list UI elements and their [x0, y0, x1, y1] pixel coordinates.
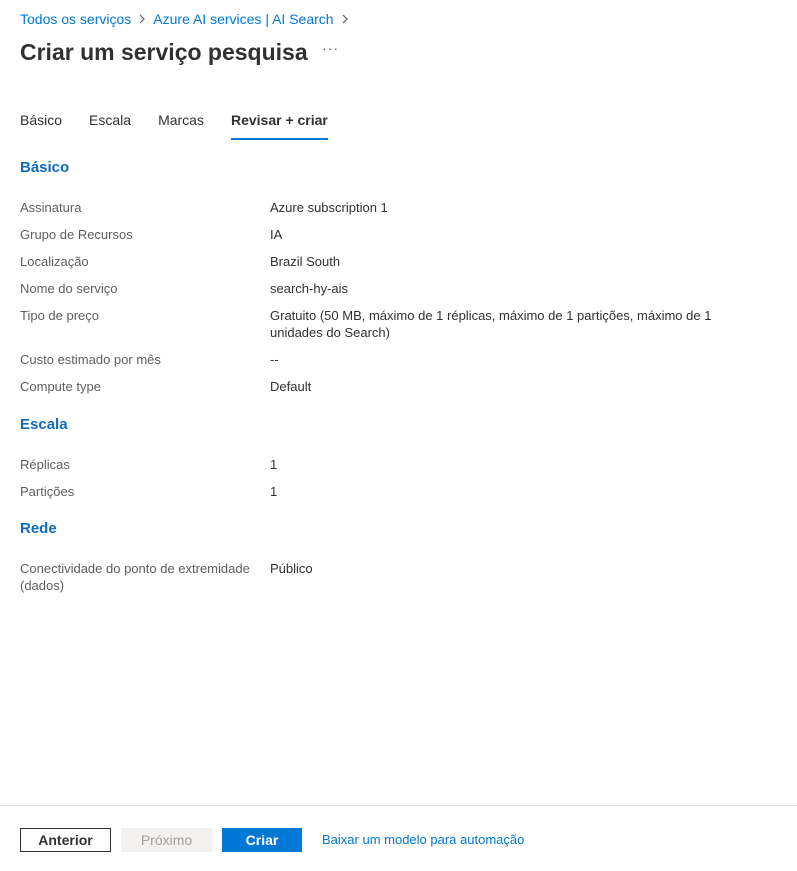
row-value: Azure subscription 1 — [270, 200, 388, 215]
row-label: Nome do serviço — [20, 281, 118, 296]
row-label: Partições — [20, 484, 75, 499]
breadcrumb: Todos os serviços Azure AI services | AI… — [20, 10, 356, 28]
row-value: Default — [270, 379, 312, 394]
tab-basico[interactable]: Básico — [20, 106, 62, 140]
row-label: Réplicas — [20, 457, 70, 472]
row-label: Tipo de preço — [20, 308, 100, 323]
section-title-escala: Escala — [20, 416, 68, 433]
row-label: Compute type — [20, 379, 101, 394]
row-value: Gratuito (50 MB, máximo de 1 réplicas, m… — [270, 308, 712, 340]
row-value: Público — [270, 561, 313, 576]
row-value: 1 — [270, 484, 278, 499]
page-title: Criar um serviço pesquisa — [20, 39, 308, 65]
wizard-tabs: Básico Escala Marcas Revisar + criar — [20, 106, 355, 140]
download-template-link[interactable]: Baixar um modelo para automação — [322, 832, 524, 847]
row-value: -- — [270, 352, 279, 367]
section-title-rede: Rede — [20, 520, 57, 537]
breadcrumb-link-ai-search[interactable]: Azure AI services | AI Search — [153, 11, 333, 27]
tab-revisar-criar[interactable]: Revisar + criar — [230, 106, 328, 140]
row-label: Assinatura — [20, 200, 82, 215]
next-button[interactable]: Próximo — [121, 828, 212, 852]
breadcrumb-link-all-services[interactable]: Todos os serviços — [20, 11, 131, 27]
row-label: Localização — [20, 254, 89, 269]
row-label: Grupo de Recursos — [20, 227, 133, 242]
row-label: Custo estimado por mês — [20, 352, 161, 367]
more-options-icon[interactable]: ··· — [322, 40, 342, 60]
previous-button[interactable]: Anterior — [20, 828, 111, 852]
row-value: Brazil South — [270, 254, 341, 269]
tab-escala[interactable]: Escala — [89, 106, 131, 140]
tab-marcas[interactable]: Marcas — [158, 106, 204, 140]
footer-divider — [0, 805, 797, 806]
row-label: Conectividade do ponto de extremidade (d… — [20, 561, 250, 593]
row-value: IA — [270, 227, 283, 242]
row-value: search-hy-ais — [270, 281, 349, 296]
create-button[interactable]: Criar — [222, 828, 302, 852]
chevron-right-icon — [334, 14, 356, 24]
chevron-right-icon — [131, 14, 153, 24]
row-value: 1 — [270, 457, 278, 472]
section-title-basico: Básico — [20, 159, 70, 176]
